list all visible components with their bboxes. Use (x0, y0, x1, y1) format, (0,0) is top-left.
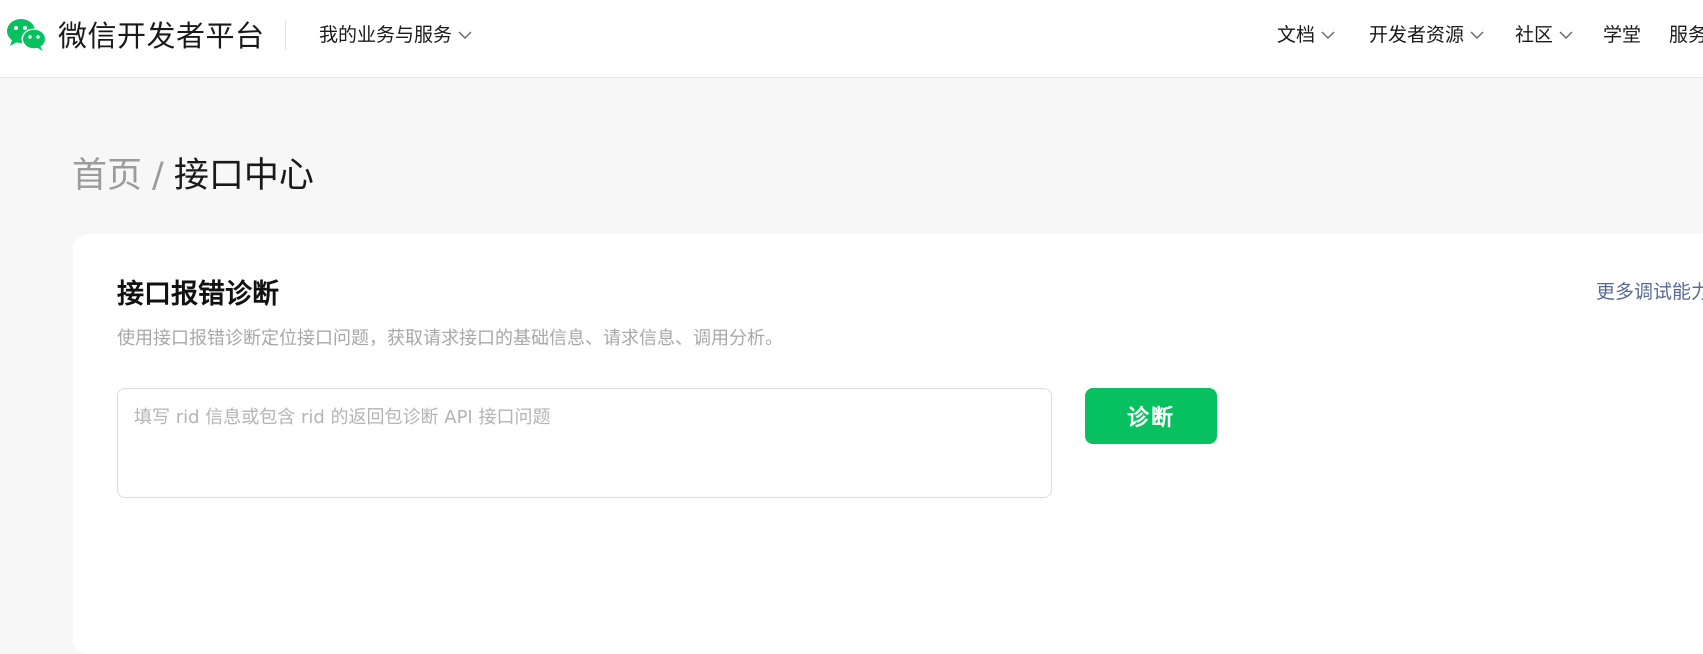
brand-title[interactable]: 微信开发者平台 (58, 16, 265, 56)
breadcrumb: 首页 / 接口中心 (72, 153, 314, 199)
chevron-down-icon (1470, 31, 1484, 39)
nav-service[interactable]: 服务 (1669, 22, 1703, 48)
more-debug-tools-link[interactable]: 更多调试能力 (1596, 278, 1703, 306)
nav-service-label: 服务 (1669, 24, 1703, 46)
card-description: 使用接口报错诊断定位接口问题，获取请求接口的基础信息、请求信息、调用分析。 (117, 328, 783, 349)
header-divider (285, 20, 286, 50)
nav-developer-resources-label: 开发者资源 (1369, 24, 1465, 46)
nav-community[interactable]: 社区 (1515, 22, 1573, 48)
my-business-menu[interactable]: 我的业务与服务 (319, 22, 472, 48)
rid-input[interactable] (117, 388, 1052, 498)
wechat-logo-icon[interactable] (6, 17, 48, 53)
chevron-down-icon (458, 31, 472, 39)
card-title: 接口报错诊断 (117, 279, 279, 310)
chevron-down-icon (1321, 31, 1335, 39)
nav-developer-resources[interactable]: 开发者资源 (1369, 22, 1484, 48)
nav-docs[interactable]: 文档 (1277, 22, 1335, 48)
breadcrumb-home[interactable]: 首页 (72, 156, 142, 196)
top-navigation-bar: 微信开发者平台 我的业务与服务 文档 开发者资源 社区 学堂 服务 (0, 0, 1703, 78)
breadcrumb-current: 接口中心 (173, 156, 314, 196)
nav-academy[interactable]: 学堂 (1603, 22, 1641, 48)
breadcrumb-separator: / (152, 156, 164, 196)
nav-community-label: 社区 (1515, 24, 1554, 46)
nav-docs-label: 文档 (1277, 24, 1316, 46)
nav-academy-label: 学堂 (1603, 24, 1642, 46)
api-error-diagnosis-card: 接口报错诊断 更多调试能力 使用接口报错诊断定位接口问题，获取请求接口的基础信息… (73, 234, 1703, 654)
my-business-menu-label: 我的业务与服务 (319, 24, 453, 46)
chevron-down-icon (1559, 31, 1573, 39)
diagnose-button[interactable]: 诊断 (1085, 388, 1217, 444)
